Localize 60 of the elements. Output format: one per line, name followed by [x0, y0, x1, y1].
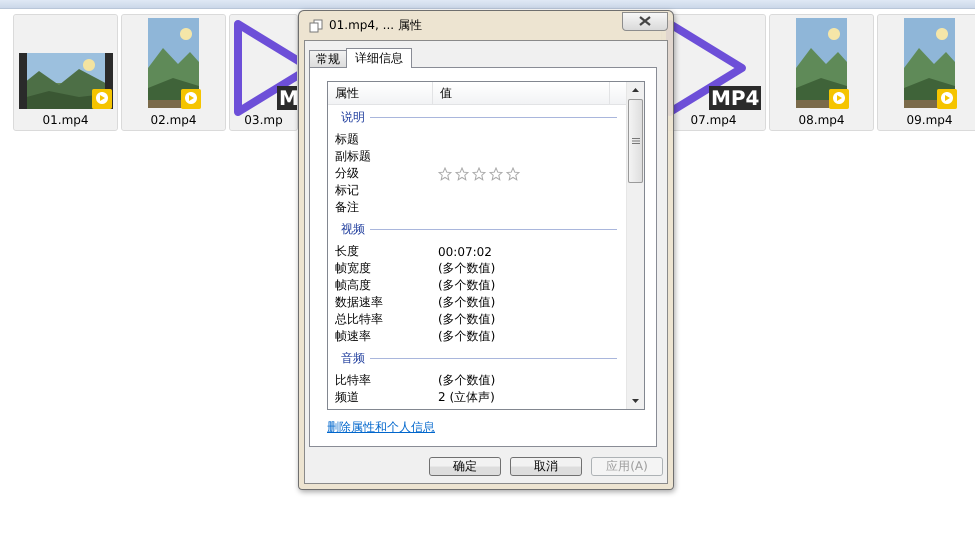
property-name: 长度 — [335, 243, 360, 260]
property-name: 总比特率 — [335, 311, 384, 328]
property-name: 帧宽度 — [335, 260, 372, 277]
group-heading: 视频 — [341, 221, 365, 238]
property-name: 比特率 — [335, 372, 372, 389]
rating-star[interactable] — [438, 166, 452, 180]
format-badge: MP4 — [709, 86, 762, 110]
tab[interactable]: 详细信息 — [346, 48, 412, 68]
property-name: 分级 — [335, 165, 360, 182]
play-badge-icon — [181, 89, 201, 109]
rating-star[interactable] — [472, 166, 486, 180]
rating-star[interactable] — [489, 166, 503, 180]
property-value: (多个数值) — [438, 372, 496, 389]
property-value: (多个数值) — [438, 311, 496, 328]
play-badge-icon — [92, 89, 112, 109]
file-name: 09.mp4 — [905, 113, 954, 127]
property-name: 标题 — [335, 131, 360, 148]
property-value: (多个数值) — [438, 294, 496, 311]
file-name: 01.mp4 — [41, 113, 90, 127]
property-name: 副标题 — [335, 148, 372, 165]
rating-star[interactable] — [455, 166, 469, 180]
property-name: 帧速率 — [335, 328, 372, 345]
file-tile[interactable]: M 03.mp — [229, 14, 298, 131]
property-name: 帧高度 — [335, 277, 372, 294]
play-badge-icon — [829, 89, 849, 109]
file-name: 03.mp — [243, 113, 284, 127]
property-value: 2 (立体声) — [438, 389, 495, 406]
file-tile[interactable]: 09.mp4 — [877, 14, 975, 131]
scroll-thumb[interactable] — [628, 99, 643, 183]
property-name: 备注 — [335, 199, 360, 216]
column-header[interactable]: 值 — [433, 82, 610, 104]
grip-icon — [632, 138, 640, 144]
group-heading: 音频 — [341, 350, 365, 367]
file-name: 07.mp4 — [689, 113, 738, 127]
file-tile[interactable]: 08.mp4 — [769, 14, 874, 131]
property-value: (多个数值) — [438, 277, 496, 294]
scrollbar[interactable] — [626, 82, 644, 409]
property-value: (多个数值) — [438, 328, 496, 345]
file-tile[interactable]: 02.mp4 — [121, 14, 226, 131]
file-name: 08.mp4 — [797, 113, 846, 127]
property-name: 数据速率 — [335, 294, 384, 311]
dialog-button[interactable]: 取消 — [510, 457, 582, 476]
column-header[interactable]: 属性 — [328, 82, 433, 104]
window-title: 01.mp4, ... 属性 — [329, 17, 423, 34]
format-badge: M — [277, 86, 297, 110]
close-icon — [639, 16, 651, 26]
property-value: (多个数值) — [438, 260, 496, 277]
property-value: 00:07:02 — [438, 244, 492, 258]
rating-star[interactable] — [506, 166, 520, 180]
group-heading: 说明 — [341, 109, 365, 126]
dialog-button[interactable]: 确定 — [429, 457, 501, 476]
file-name: 02.mp4 — [149, 113, 198, 127]
play-badge-icon — [937, 89, 957, 109]
property-name: 标记 — [335, 182, 360, 199]
tab[interactable]: 常规 — [309, 50, 347, 67]
remove-properties-link[interactable]: 删除属性和个人信息 — [327, 419, 435, 436]
close-button[interactable] — [622, 12, 668, 30]
file-tile[interactable]: 01.mp4 — [13, 14, 118, 131]
property-name: 频道 — [335, 389, 360, 406]
documents-icon — [309, 18, 323, 32]
